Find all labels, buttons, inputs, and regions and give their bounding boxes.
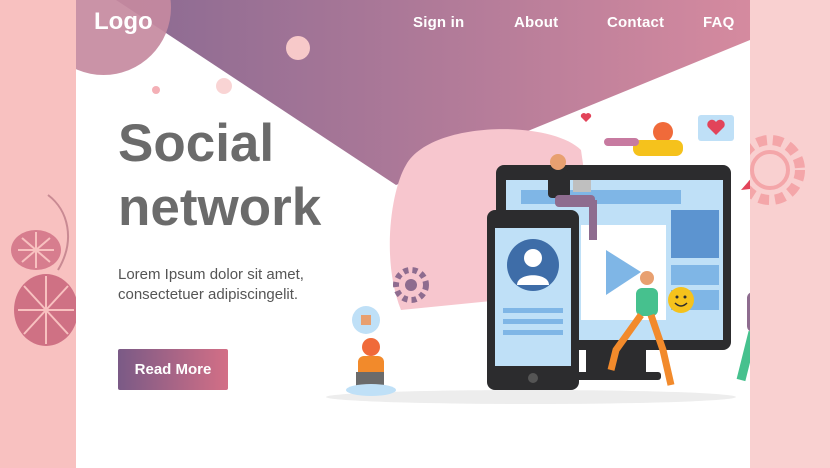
top-nav: Sign in About Contact FAQ (76, 14, 750, 34)
person-climbing-right (741, 179, 750, 190)
right-margin-panel (735, 0, 830, 468)
nav-faq[interactable]: FAQ (703, 14, 734, 31)
page-dots (12, 460, 72, 468)
social-network-illustration (326, 113, 750, 404)
thumbs-up-icon (352, 306, 380, 334)
heart-icon (580, 113, 592, 122)
heart-icon (698, 115, 734, 141)
read-more-button[interactable]: Read More (118, 349, 228, 390)
person-walking (736, 292, 750, 382)
nav-sign-in[interactable]: Sign in (413, 14, 464, 31)
monstera-leaf-icon (11, 194, 78, 346)
landing-card: Logo Sign in About Contact FAQ Social ne… (76, 0, 750, 468)
phone-illustration (487, 210, 579, 390)
person-with-laptop-bottom (346, 338, 396, 396)
nav-contact[interactable]: Contact (607, 14, 664, 31)
nav-about[interactable]: About (514, 14, 558, 31)
landing-page: Logo Sign in About Contact FAQ Social ne… (0, 0, 830, 468)
person-lying-top (604, 122, 683, 156)
left-margin-panel (0, 0, 78, 468)
heart-icon (741, 179, 750, 190)
smiley-icon (668, 287, 694, 313)
